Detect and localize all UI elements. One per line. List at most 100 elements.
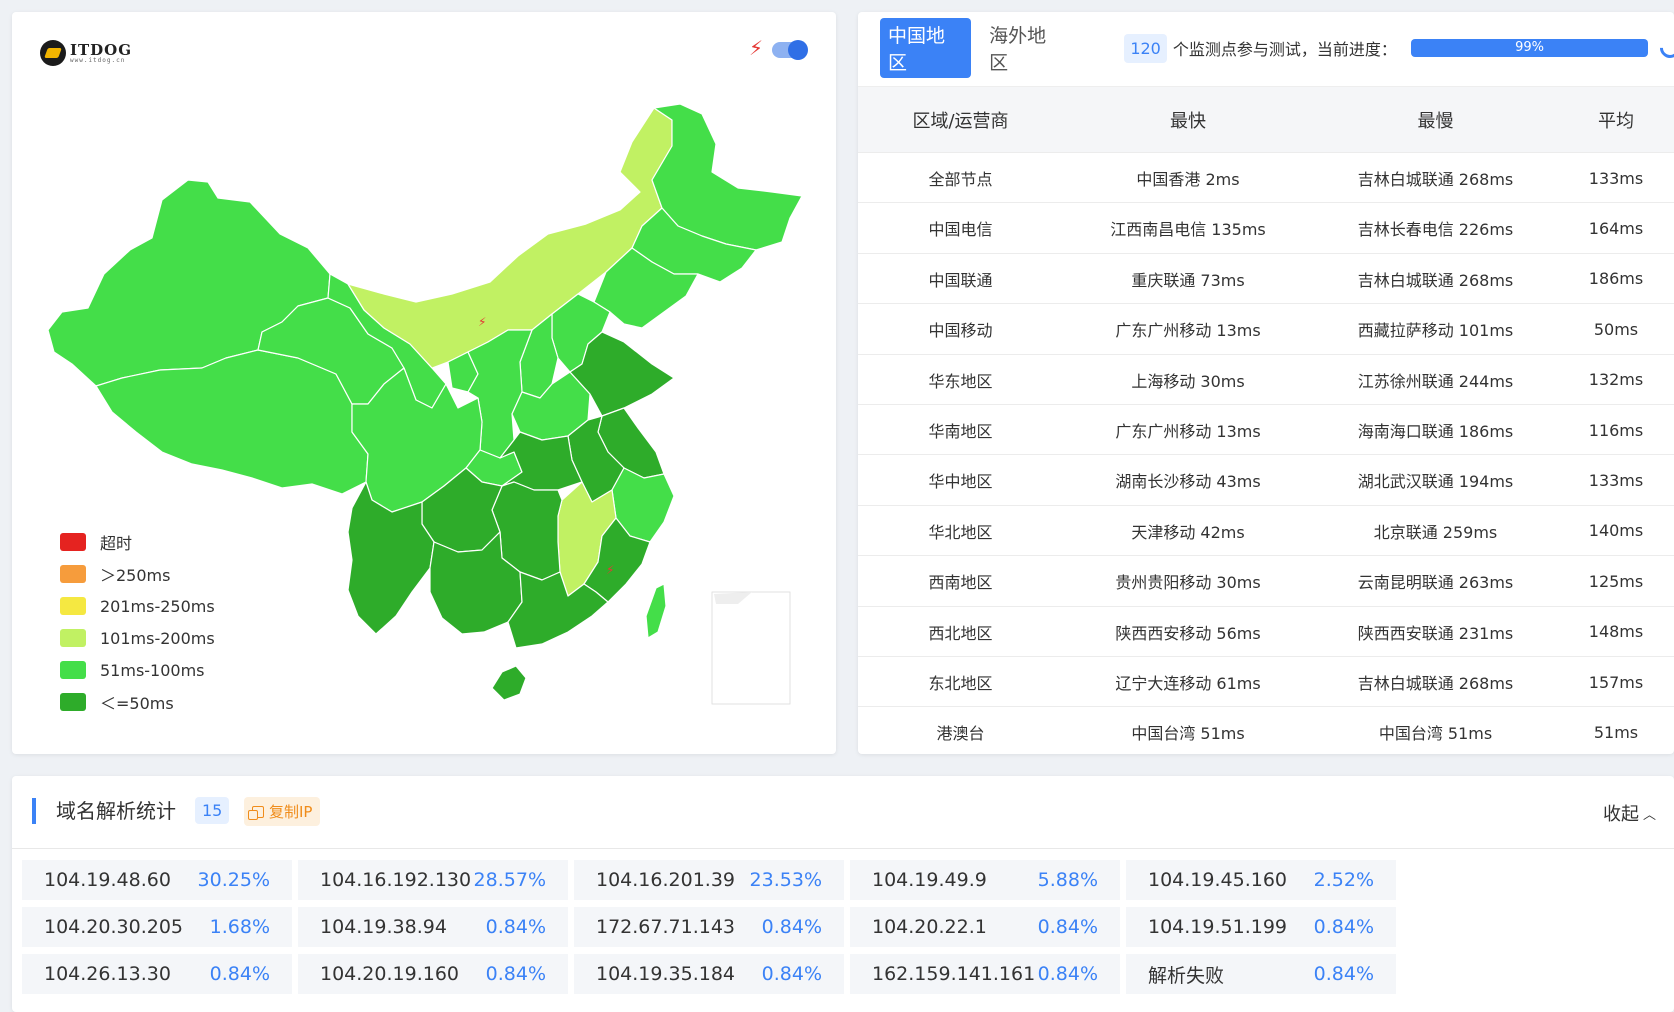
dns-percentage: 28.57% (473, 869, 546, 891)
dns-ip: 解析失败 (1148, 964, 1225, 987)
region-inner-mongolia[interactable] (347, 107, 673, 369)
cell-fastest: 陕西西安移动 56ms (1115, 623, 1261, 643)
table-row[interactable]: 华东地区 上海移动 30ms 江苏徐州联通 244ms 132ms (858, 353, 1674, 405)
dns-percentage: 30.25% (197, 869, 270, 891)
collapse-button[interactable]: 收起 ︿ (1603, 800, 1656, 826)
cell-average: 51ms (1593, 722, 1639, 742)
cell-fastest: 江西南昌电信 135ms (1110, 220, 1266, 240)
table-row[interactable]: 东北地区 辽宁大连移动 61ms 吉林白城联通 268ms 157ms (858, 656, 1674, 707)
legend-label: ＜=50ms (100, 694, 174, 713)
cell-region: 港澳台 (936, 724, 985, 744)
legend-item[interactable]: 51ms-100ms (60, 654, 215, 686)
legend-item[interactable]: 超时 (60, 526, 215, 558)
header-fastest[interactable]: 最快 (1063, 107, 1313, 133)
legend-item[interactable]: 201ms-250ms (60, 590, 215, 622)
cell-average: 133ms (1588, 168, 1644, 188)
dns-percentage: 0.84% (1037, 963, 1098, 985)
cell-average: 157ms (1588, 672, 1644, 692)
cell-average: 164ms (1588, 218, 1644, 238)
legend-swatch (60, 661, 86, 679)
dns-ip: 104.20.30.205 (44, 916, 184, 938)
cell-fastest: 辽宁大连移动 61ms (1115, 674, 1261, 693)
header-region[interactable]: 区域/运营商 (858, 107, 1063, 133)
dns-percentage: 0.84% (761, 963, 822, 985)
dns-ip-cell[interactable]: 104.19.35.184 0.84% (574, 954, 844, 994)
dns-ip-cell[interactable]: 104.16.192.130 28.57% (298, 860, 568, 900)
table-row[interactable]: 中国电信 江西南昌电信 135ms 吉林长春电信 226ms 164ms (858, 202, 1674, 253)
dns-ip: 104.19.51.199 (1148, 916, 1288, 938)
cell-region: 中国移动 (928, 321, 993, 341)
dns-ip-cell[interactable]: 104.16.201.39 23.53% (574, 860, 844, 900)
dns-ip-cell[interactable]: 104.20.19.160 0.84% (298, 954, 568, 994)
header-average[interactable]: 平均 (1558, 107, 1674, 133)
dns-percentage: 0.84% (761, 916, 822, 938)
itdog-logo: ITDOG www.itdog.cn (40, 40, 132, 66)
dns-section-title: 域名解析统计 (56, 799, 176, 823)
tab-china[interactable]: 中国地区 (880, 18, 972, 78)
anomaly-marker-icon[interactable]: ⚡ (606, 563, 614, 577)
legend-item[interactable]: ＜=50ms (60, 686, 215, 718)
progress-label: 99% (1515, 40, 1544, 55)
dns-ip-cell[interactable]: 104.20.22.1 0.84% (850, 907, 1120, 947)
table-row[interactable]: 西南地区 贵州贵阳移动 30ms 云南昆明联通 263ms 125ms (858, 555, 1674, 606)
dns-ip-cell[interactable]: 104.20.30.205 1.68% (22, 907, 292, 947)
cell-region: 西南地区 (928, 573, 993, 593)
copy-ip-button[interactable]: 复制IP (244, 797, 321, 826)
cell-average: 133ms (1588, 470, 1644, 490)
table-row[interactable]: 全部节点 中国香港 2ms 吉林白城联通 268ms 133ms (858, 152, 1674, 203)
table-row[interactable]: 西北地区 陕西西安移动 56ms 陕西西安联通 231ms 148ms (858, 605, 1674, 657)
monitor-count-badge: 120 (1124, 33, 1167, 63)
anomaly-marker-icon[interactable]: ⚡ (478, 315, 486, 329)
region-taiwan[interactable] (645, 583, 667, 639)
cell-average: 148ms (1588, 622, 1644, 642)
cell-slowest: 中国台湾 51ms (1378, 724, 1493, 744)
cell-fastest: 贵州贵阳移动 30ms (1115, 573, 1261, 593)
collapse-label: 收起 (1602, 804, 1639, 825)
legend-label: 51ms-100ms (100, 660, 205, 680)
legend-swatch (60, 565, 86, 583)
dns-percentage: 0.84% (1037, 916, 1098, 938)
region-hainan[interactable] (491, 665, 527, 701)
legend-swatch (60, 533, 86, 551)
table-row[interactable]: 华南地区 广东广州移动 13ms 海南海口联通 186ms 116ms (858, 404, 1674, 455)
dns-ip-cell[interactable]: 104.26.13.30 0.84% (22, 954, 292, 994)
dns-ip-cell[interactable]: 162.159.141.161 0.84% (850, 954, 1120, 994)
legend-item[interactable]: 101ms-200ms (60, 622, 215, 654)
dns-ip-cell[interactable]: 104.19.51.199 0.84% (1126, 907, 1396, 947)
dns-count-badge: 15 (195, 797, 230, 824)
table-row[interactable]: 华中地区 湖南长沙移动 43ms 湖北武汉联通 194ms 133ms (858, 454, 1674, 505)
cell-average: 116ms (1588, 420, 1644, 440)
lightning-icon[interactable]: ⚡ (749, 36, 763, 60)
dns-ip-cell[interactable]: 104.19.38.94 0.84% (298, 907, 568, 947)
map-legend: 超时 ＞250ms 201ms-250ms 101ms-200ms 51ms-100ms… (60, 526, 215, 718)
table-row[interactable]: 华北地区 天津移动 42ms 北京联通 259ms 140ms (858, 504, 1674, 556)
dns-ip: 104.19.35.184 (596, 963, 736, 985)
cell-slowest: 云南昆明联通 263ms (1357, 573, 1514, 593)
dns-ip: 104.16.192.130 (320, 869, 472, 891)
map-toggle-switch[interactable] (772, 40, 808, 60)
legend-item[interactable]: ＞250ms (60, 558, 215, 590)
cell-fastest: 重庆联通 73ms (1131, 270, 1245, 290)
inset-shape (714, 592, 752, 604)
logo-text: ITDOG (70, 40, 133, 59)
dns-ip: 104.20.22.1 (872, 916, 987, 938)
legend-label: 201ms-250ms (100, 596, 215, 616)
header-slowest[interactable]: 最慢 (1313, 107, 1558, 133)
dns-ip-cell[interactable]: 104.19.49.9 5.88% (850, 860, 1120, 900)
cell-region: 中国电信 (928, 220, 993, 240)
section-accent-bar (32, 798, 36, 824)
table-row[interactable]: 港澳台 中国台湾 51ms 中国台湾 51ms 51ms (858, 706, 1674, 754)
table-row[interactable]: 中国移动 广东广州移动 13ms 西藏拉萨移动 101ms 50ms (858, 303, 1674, 354)
tab-overseas[interactable]: 海外地区 (981, 18, 1072, 78)
south-china-sea-inset (711, 591, 791, 705)
dog-logo-icon (40, 40, 66, 66)
dns-ip-cell[interactable]: 104.19.48.60 30.25% (22, 860, 292, 900)
dns-ip-cell[interactable]: 解析失败 0.84% (1126, 954, 1396, 994)
table-row[interactable]: 中国联通 重庆联通 73ms 吉林白城联通 268ms 186ms (858, 252, 1674, 304)
dns-stats-card: 域名解析统计 15 复制IP 收起 ︿ 104.19.48.60 30.25% 10… (12, 776, 1674, 1012)
dns-ip-cell[interactable]: 172.67.71.143 0.84% (574, 907, 844, 947)
dns-ip-cell[interactable]: 104.19.45.160 2.52% (1126, 860, 1396, 900)
map-card: ⚡ ⚡ ITDOG www.itdog.cn ⚡ 超时 ＞250ms 201ms-2… (12, 12, 836, 754)
logo-subtext: www.itdog.cn (70, 56, 126, 64)
cell-slowest: 北京联通 259ms (1373, 522, 1498, 542)
